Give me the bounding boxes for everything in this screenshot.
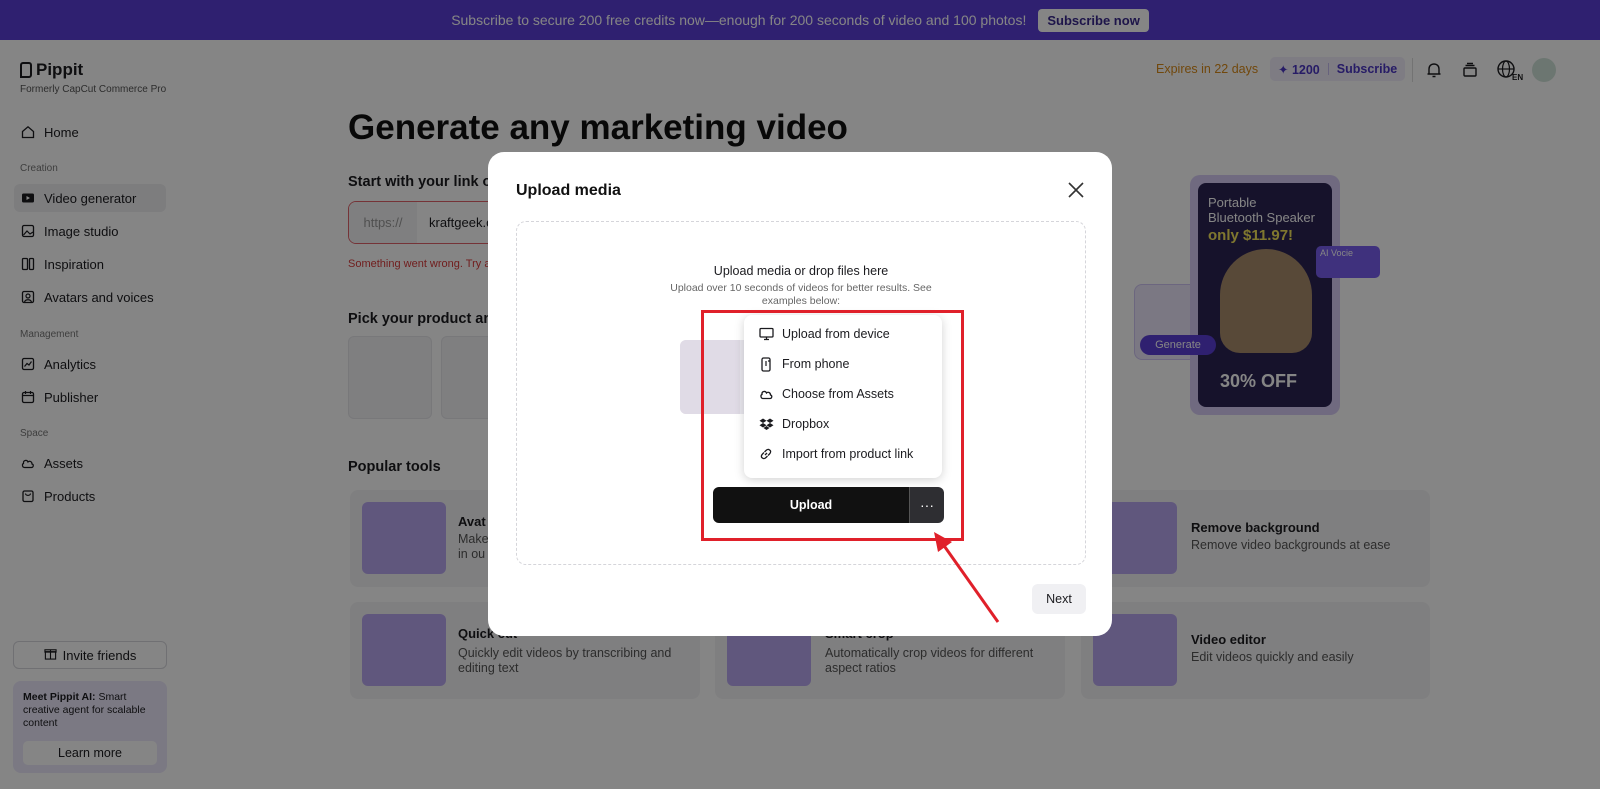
drop-zone[interactable]: Upload media or drop files here Upload o… [516,221,1086,565]
drop-zone-subtitle: Upload over 10 seconds of videos for bet… [670,282,932,307]
upload-media-dialog: Upload media Upload media or drop files … [488,152,1112,636]
drop-zone-title: Upload media or drop files here [713,264,889,278]
next-button[interactable]: Next [1032,584,1086,614]
annotation-arrow-icon [934,532,1000,623]
close-icon[interactable] [1066,180,1086,200]
dialog-title: Upload media [516,182,621,199]
annotation-highlight-box [701,310,964,541]
